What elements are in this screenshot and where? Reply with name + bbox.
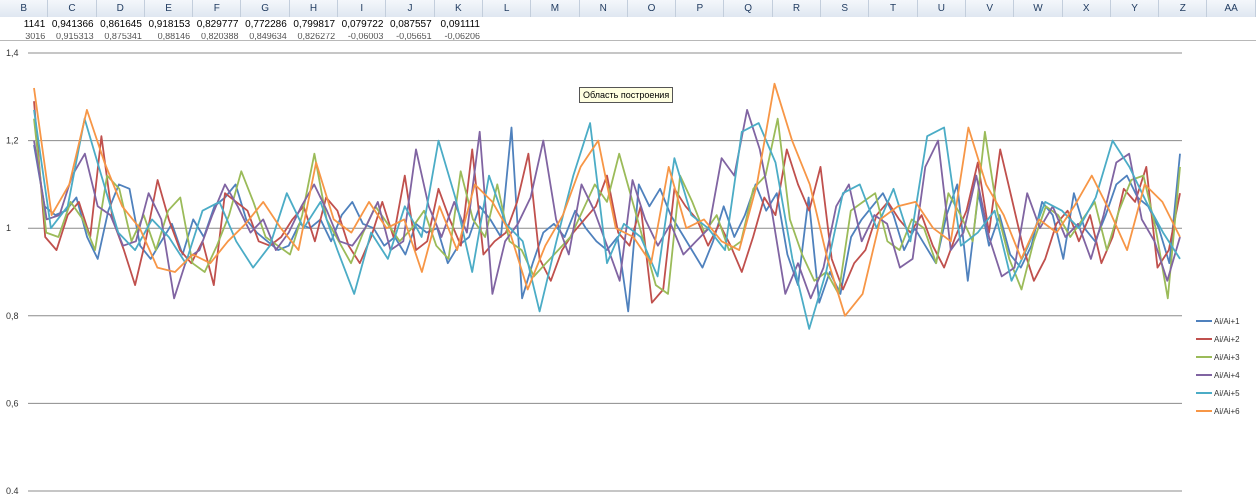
cell[interactable]: 0,861645 <box>97 17 145 33</box>
spreadsheet-row-1: 1141 0,941366 0,861645 0,918153 0,829777 0,77… <box>0 17 1256 34</box>
column-header-z[interactable]: Z <box>1159 0 1208 17</box>
column-header-c[interactable]: C <box>48 0 97 17</box>
column-header-e[interactable]: E <box>145 0 194 17</box>
column-header-d[interactable]: D <box>97 0 145 17</box>
column-header-l[interactable]: L <box>483 0 532 17</box>
column-header-w[interactable]: W <box>1014 0 1063 17</box>
legend-label-5: Ai/Ai+5 <box>1214 389 1240 398</box>
cell[interactable]: 0,079722 <box>338 17 386 33</box>
column-header-t[interactable]: T <box>869 0 918 17</box>
column-header-s[interactable]: S <box>821 0 870 17</box>
y-tick-label: 1,2 <box>6 136 19 146</box>
line-chart[interactable]: 1,41,210,80,60,4Ai/Ai+1Ai/Ai+2Ai/Ai+3Ai/… <box>0 41 1256 494</box>
column-header-u[interactable]: U <box>918 0 966 17</box>
cell[interactable]: 0,772286 <box>242 17 290 33</box>
legend-label-3: Ai/Ai+3 <box>1214 353 1240 362</box>
y-tick-label: 1 <box>6 223 11 233</box>
column-header-aa[interactable]: AA <box>1208 0 1256 17</box>
column-header-o[interactable]: O <box>628 0 677 17</box>
column-header-y[interactable]: Y <box>1111 0 1160 17</box>
column-header-n[interactable]: N <box>580 0 628 17</box>
column-header-g[interactable]: G <box>242 0 290 17</box>
column-header-f[interactable]: F <box>193 0 242 17</box>
column-header-k[interactable]: K <box>435 0 483 17</box>
column-header-v[interactable]: V <box>966 0 1015 17</box>
legend-label-4: Ai/Ai+4 <box>1214 371 1240 380</box>
cell[interactable]: 0,941366 <box>48 17 96 33</box>
legend-label-1: Ai/Ai+1 <box>1214 317 1240 326</box>
chart-area[interactable]: 1,4 1,2 1 0,8 0,6 0,4 Ai/Ai+1 Ai/Ai+2 Ai/Ai+3 Ai/… <box>0 40 1256 494</box>
column-header-h[interactable]: H <box>290 0 339 17</box>
y-tick-label: 1,4 <box>6 48 19 58</box>
column-header-i[interactable]: I <box>338 0 387 17</box>
legend-label-2: Ai/Ai+2 <box>1214 335 1240 344</box>
column-header-j[interactable]: J <box>386 0 435 17</box>
column-header-bar: B C D E F G H I J K L M N O P Q R S T U V W X Y Z AA <box>0 0 1256 18</box>
y-tick-label: 0,8 <box>6 311 19 321</box>
column-header-p[interactable]: P <box>676 0 725 17</box>
series-line-1[interactable] <box>33 126 1181 313</box>
series-line-5[interactable] <box>33 109 1181 330</box>
cell[interactable]: 0,829777 <box>193 17 241 33</box>
column-header-x[interactable]: X <box>1063 0 1111 17</box>
legend-label-6: Ai/Ai+6 <box>1214 407 1240 416</box>
cell[interactable]: 0,918153 <box>145 17 193 33</box>
cell[interactable]: 1141 <box>0 17 48 33</box>
cell[interactable]: 0,799817 <box>290 17 338 33</box>
cell[interactable]: 0,087557 <box>386 17 434 33</box>
cell[interactable]: 0,091111 <box>435 17 483 33</box>
y-tick-label: 0,6 <box>6 398 19 408</box>
column-header-r[interactable]: R <box>773 0 822 17</box>
column-header-b[interactable]: B <box>0 0 49 17</box>
plot-area-tooltip: Область построения <box>579 87 674 103</box>
column-header-m[interactable]: M <box>531 0 580 17</box>
column-header-q[interactable]: Q <box>725 0 773 17</box>
